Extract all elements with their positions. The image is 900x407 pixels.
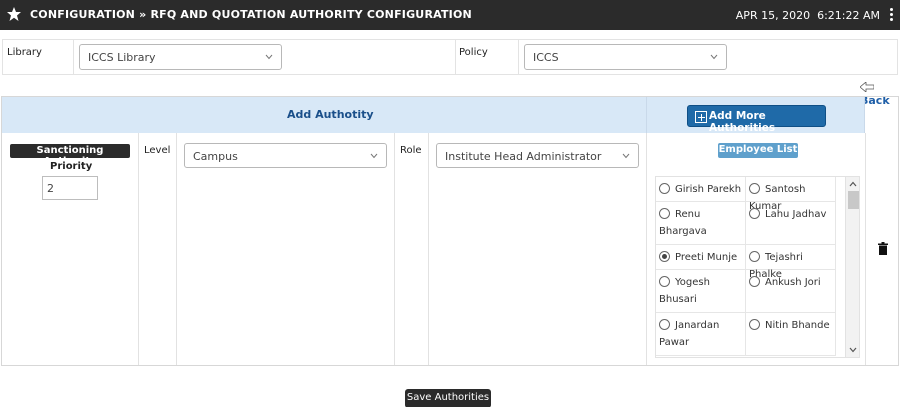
time-text: 6:21:22 AM	[817, 9, 880, 22]
role-select[interactable]: Institute Head Administrator	[436, 143, 639, 168]
employee-item[interactable]: Yogesh Bhusari	[656, 270, 746, 313]
chevron-down-icon	[622, 153, 630, 159]
radio-button[interactable]	[659, 276, 670, 287]
employee-item[interactable]: Girish Parekh	[656, 177, 746, 202]
radio-button[interactable]	[749, 319, 760, 330]
priority-input[interactable]: 2	[42, 176, 98, 200]
employee-item[interactable]: Renu Bhargava	[656, 202, 746, 245]
employee-item[interactable]: Preeti Munje	[656, 245, 746, 270]
employee-list: Girish Parekh Santosh Kumar Renu Bhargav…	[655, 176, 860, 358]
priority-label: Priority	[50, 161, 93, 172]
level-label: Level	[144, 145, 171, 156]
radio-button[interactable]	[749, 251, 760, 262]
radio-button[interactable]	[659, 208, 670, 219]
employee-item[interactable]: Nitin Bhande	[746, 313, 836, 356]
star-icon[interactable]	[6, 6, 22, 22]
employee-name: Preeti Munje	[675, 252, 738, 263]
role-label: Role	[400, 145, 422, 156]
employee-item[interactable]: Lahu Jadhav	[746, 202, 836, 245]
radio-button[interactable]	[749, 183, 760, 194]
library-label: Library	[7, 47, 42, 58]
trash-icon[interactable]	[878, 242, 888, 255]
radio-button[interactable]	[749, 276, 760, 287]
kebab-menu-icon[interactable]	[888, 7, 894, 23]
radio-button-selected[interactable]	[659, 251, 670, 262]
add-authority-title: Add Authotity	[287, 108, 374, 121]
employee-list-badge: Employee List	[718, 143, 798, 158]
employee-name: Lahu Jadhav	[765, 209, 827, 220]
top-bar: CONFIGURATION » RFQ AND QUOTATION AUTHOR…	[0, 0, 900, 30]
role-select-value: Institute Head Administrator	[445, 150, 602, 163]
save-authorities-button[interactable]: Save Authorities	[405, 389, 491, 407]
employee-name: Ankush Jori	[765, 277, 821, 288]
sanctioning-authority-badge: Sanctioning Authority	[10, 144, 130, 167]
back-arrow-icon	[860, 82, 874, 92]
chevron-down-icon	[710, 54, 718, 60]
filters-row: Library ICCS Library Policy ICCS	[2, 39, 898, 75]
chevron-down-icon	[370, 153, 378, 159]
employee-name: Girish Parekh	[675, 184, 742, 195]
level-select[interactable]: Campus	[184, 143, 387, 168]
chevron-down-icon[interactable]	[849, 347, 857, 353]
employee-item[interactable]: Janardan Pawar	[656, 313, 746, 356]
grid-header: Add Authotity Add More Authorities	[2, 97, 865, 134]
date-text: APR 15, 2020	[735, 9, 811, 22]
level-select-value: Campus	[193, 150, 238, 163]
plus-square-icon	[695, 111, 707, 123]
chevron-down-icon	[265, 54, 273, 60]
employee-list-scrollbar[interactable]	[845, 177, 859, 357]
add-more-authorities-button[interactable]: Add More Authorities	[687, 105, 826, 134]
radio-button[interactable]	[659, 319, 670, 330]
employee-item[interactable]: Ankush Jori	[746, 270, 836, 313]
employee-item[interactable]: Tejashri Phalke	[746, 245, 836, 280]
library-select-value: ICCS Library	[88, 51, 156, 64]
employee-item[interactable]: Santosh Kumar	[746, 177, 836, 212]
policy-select-value: ICCS	[533, 51, 559, 64]
employee-name: Nitin Bhande	[765, 320, 830, 331]
authority-grid: Add Authotity Add More Authorities Sanct…	[1, 96, 899, 366]
radio-button[interactable]	[749, 208, 760, 219]
policy-select[interactable]: ICCS	[524, 44, 727, 70]
radio-button[interactable]	[659, 183, 670, 194]
add-more-authorities-label: Add More Authorities	[709, 110, 776, 134]
date-time: APR 15, 2020 6:21:22 AM	[736, 9, 880, 22]
scrollbar-thumb[interactable]	[848, 191, 859, 209]
policy-label: Policy	[459, 47, 488, 58]
chevron-up-icon[interactable]	[849, 181, 857, 187]
page-title: CONFIGURATION » RFQ AND QUOTATION AUTHOR…	[30, 8, 472, 21]
library-select[interactable]: ICCS Library	[79, 44, 282, 70]
